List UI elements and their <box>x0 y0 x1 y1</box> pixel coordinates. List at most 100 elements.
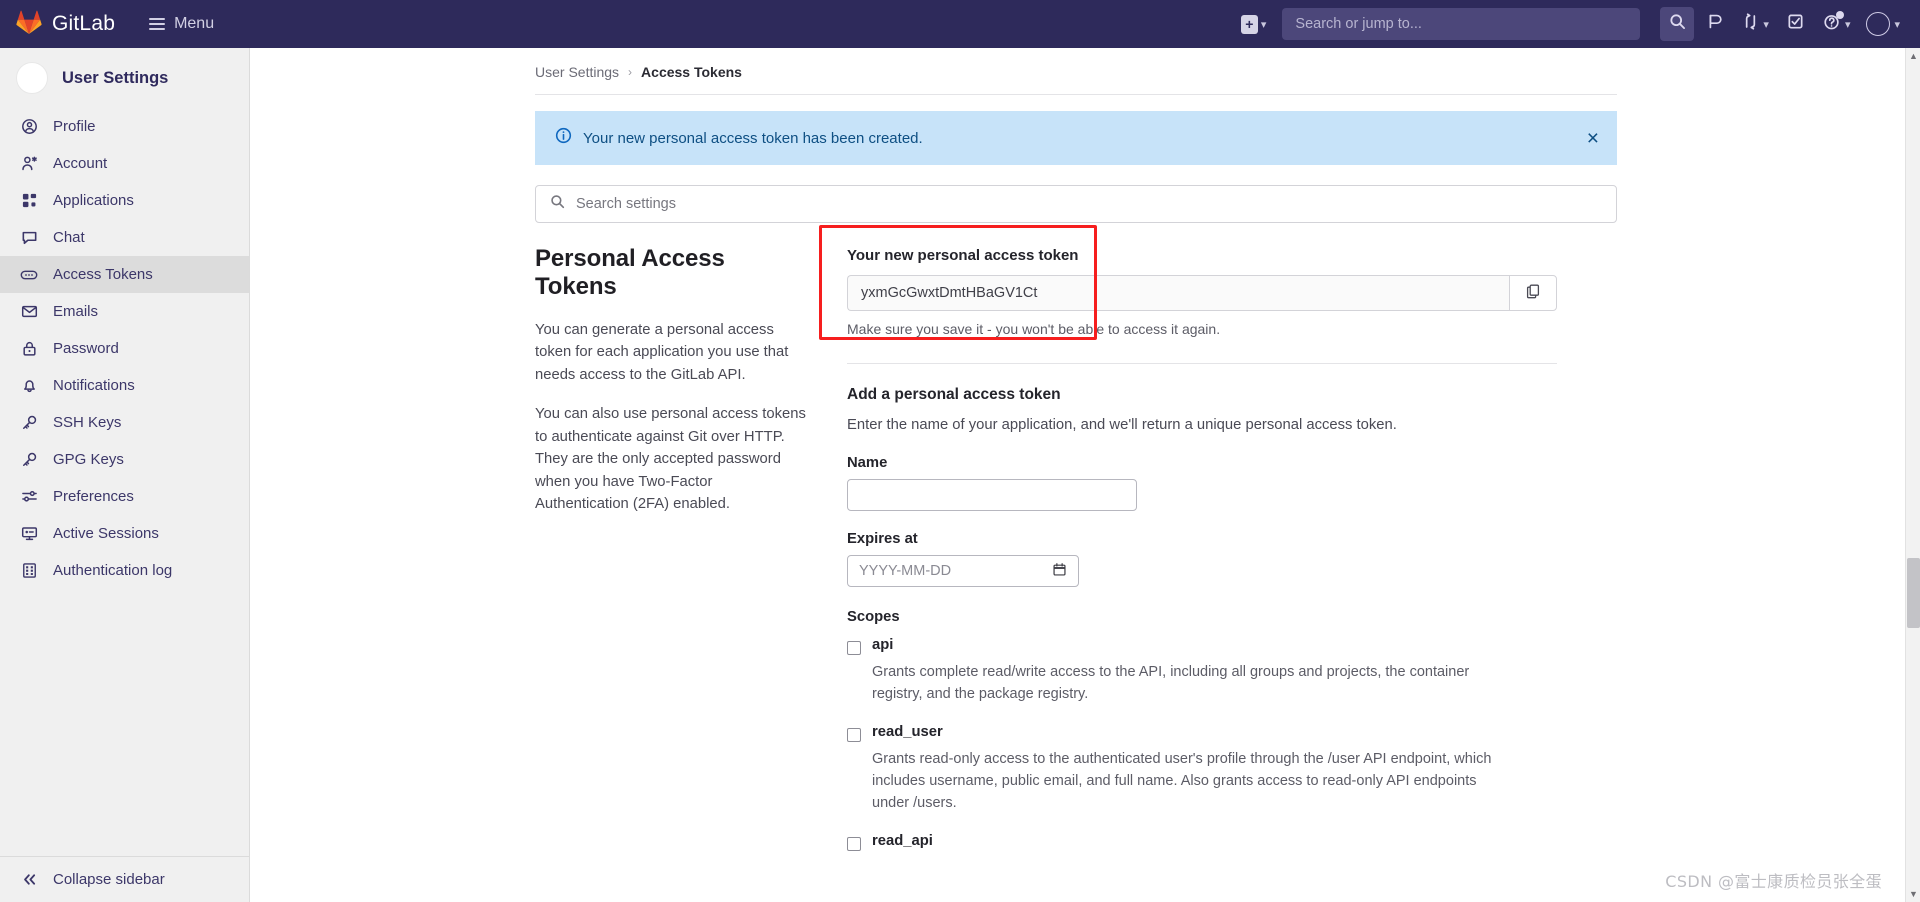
sidebar-item-account[interactable]: Account <box>0 145 249 182</box>
sidebar-header: User Settings <box>0 48 249 106</box>
help-button[interactable]: ▾ <box>1817 7 1857 41</box>
scope-description-api: Grants complete read/write access to the… <box>872 664 1470 703</box>
user-avatar-icon <box>1866 12 1891 36</box>
key-icon <box>20 414 38 432</box>
bell-icon <box>20 377 38 395</box>
chevron-double-left-icon <box>20 871 38 889</box>
page-title: Personal Access Tokens <box>535 245 725 300</box>
new-token-value-input[interactable]: yxmGcGwxtDmtHBaGV1Ct <box>847 275 1509 311</box>
scopes-title: Scopes <box>847 609 900 625</box>
chevron-down-icon: ▾ <box>1260 18 1267 31</box>
breadcrumb-parent[interactable]: User Settings <box>535 64 619 80</box>
global-search-placeholder: Search or jump to... <box>1295 16 1422 32</box>
breadcrumb: User Settings › Access Tokens <box>250 48 1920 94</box>
collapse-sidebar-button[interactable]: Collapse sidebar <box>0 856 249 902</box>
search-button[interactable] <box>1660 7 1695 41</box>
main-menu-button[interactable]: Menu <box>141 9 222 39</box>
sidebar-item-label: Chat <box>53 229 85 246</box>
merge-requests-button[interactable]: ▾ <box>1736 7 1775 41</box>
plus-square-icon: + <box>1240 14 1258 34</box>
avatar <box>16 62 48 94</box>
sidebar-item-profile[interactable]: Profile <box>0 108 249 145</box>
scroll-up-arrow-icon[interactable]: ▲ <box>1906 48 1920 64</box>
sidebar-item-label: GPG Keys <box>53 451 124 468</box>
copy-icon <box>1525 283 1541 304</box>
brand-name: GitLab <box>52 12 116 35</box>
sidebar-item-password[interactable]: Password <box>0 330 249 367</box>
key-icon <box>20 451 38 469</box>
close-icon[interactable]: × <box>1587 128 1599 149</box>
new-token-hint: Make sure you save it - you won't be abl… <box>847 321 1221 337</box>
settings-section: Personal Access Tokens You can generate … <box>535 225 1680 857</box>
sidebar-item-preferences[interactable]: Preferences <box>0 478 249 515</box>
sidebar-item-label: Applications <box>53 192 134 209</box>
sidebar-item-applications[interactable]: Applications <box>0 182 249 219</box>
expires-field-label: Expires at <box>847 531 918 547</box>
scope-item-read-user: read_user <box>847 724 1680 743</box>
chat-icon <box>20 229 38 247</box>
search-settings-input[interactable]: Search settings <box>535 185 1617 223</box>
profile-icon <box>20 118 38 136</box>
menu-label: Menu <box>174 15 215 32</box>
todos-button[interactable] <box>1779 7 1813 41</box>
sidebar-item-label: Access Tokens <box>53 266 153 283</box>
nav-icon-group: ▾ ▾ ▾ <box>1660 7 1906 41</box>
sidebar-nav-list: Profile Account Applications Chat Access… <box>0 106 249 856</box>
page-scrollbar[interactable]: ▲ ▼ <box>1905 48 1920 902</box>
new-token-label: Your new personal access token <box>847 247 1079 264</box>
scroll-down-arrow-icon[interactable]: ▼ <box>1906 886 1920 902</box>
breadcrumb-current: Access Tokens <box>641 64 742 80</box>
user-settings-sidebar: User Settings Profile Account Applicatio… <box>0 48 250 902</box>
search-icon <box>550 194 565 214</box>
calendar-icon[interactable] <box>1052 562 1067 581</box>
add-token-description: Enter the name of your application, and … <box>847 417 1397 433</box>
sidebar-item-label: Authentication log <box>53 562 173 579</box>
settings-description-column: Personal Access Tokens You can generate … <box>535 245 847 857</box>
scope-label-read-api: read_api <box>872 833 933 850</box>
gitlab-logo-link[interactable]: GitLab <box>16 10 115 39</box>
copy-token-button[interactable] <box>1509 275 1557 311</box>
gitlab-logo-icon <box>16 10 42 39</box>
info-circle-icon <box>555 127 572 149</box>
scope-checkbox-read-user[interactable] <box>847 728 861 743</box>
monitor-icon <box>20 525 38 543</box>
lock-icon <box>20 340 38 358</box>
sidebar-item-active-sessions[interactable]: Active Sessions <box>0 515 249 552</box>
sidebar-item-label: Preferences <box>53 488 134 505</box>
sidebar-item-label: Emails <box>53 303 99 320</box>
expires-at-input[interactable]: YYYY-MM-DD <box>847 555 1079 587</box>
breadcrumb-separator-icon: › <box>628 65 633 79</box>
sidebar-item-ssh-keys[interactable]: SSH Keys <box>0 404 249 441</box>
alert-message: Your new personal access token has been … <box>583 129 923 147</box>
scrollbar-thumb[interactable] <box>1907 558 1920 628</box>
add-token-title: Add a personal access token <box>847 386 1061 403</box>
sidebar-item-access-tokens[interactable]: Access Tokens <box>0 256 249 293</box>
sidebar-item-label: SSH Keys <box>53 414 122 431</box>
sidebar-title: User Settings <box>62 68 169 87</box>
description-paragraph-1: You can generate a personal access token… <box>535 322 789 383</box>
scope-label-read-user: read_user <box>872 724 943 741</box>
issues-button[interactable] <box>1698 7 1732 41</box>
scope-checkbox-api[interactable] <box>847 641 861 655</box>
sidebar-item-label: Active Sessions <box>53 525 159 542</box>
sidebar-item-authentication-log[interactable]: Authentication log <box>0 552 249 589</box>
create-new-button[interactable]: + ▾ <box>1240 14 1267 34</box>
sidebar-item-notifications[interactable]: Notifications <box>0 367 249 404</box>
sidebar-item-label: Password <box>53 340 119 357</box>
todos-icon <box>1787 13 1804 35</box>
log-icon <box>20 562 38 580</box>
success-alert: Your new personal access token has been … <box>535 111 1617 165</box>
scope-checkbox-read-api[interactable] <box>847 837 861 852</box>
sidebar-item-chat[interactable]: Chat <box>0 219 249 256</box>
settings-form-column: Your new personal access token yxmGcGwxt… <box>819 225 1680 857</box>
collapse-sidebar-label: Collapse sidebar <box>53 871 165 888</box>
sidebar-item-gpg-keys[interactable]: GPG Keys <box>0 441 249 478</box>
global-search-input[interactable]: Search or jump to... <box>1282 8 1641 40</box>
name-input[interactable] <box>847 479 1137 511</box>
user-menu-button[interactable]: ▾ <box>1860 7 1906 41</box>
sidebar-item-label: Profile <box>53 118 96 135</box>
email-icon <box>20 303 38 321</box>
sidebar-item-emails[interactable]: Emails <box>0 293 249 330</box>
scope-item-read-api: read_api <box>847 833 1680 852</box>
scope-description-read-user: Grants read-only access to the authentic… <box>872 751 1492 812</box>
